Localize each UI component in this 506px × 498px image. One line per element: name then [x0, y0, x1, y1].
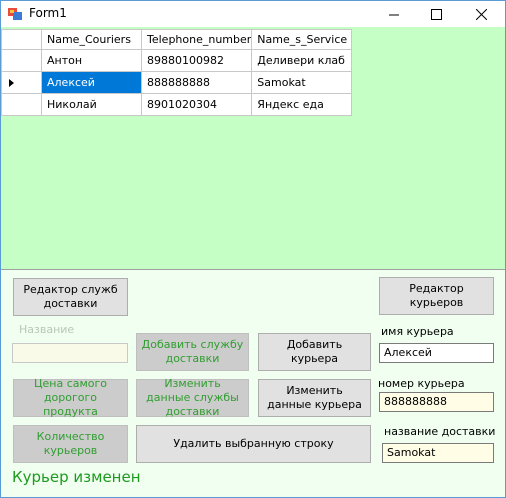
minimize-icon	[388, 14, 399, 15]
table-cell[interactable]: Яндекс еда	[251, 93, 353, 116]
maximize-icon	[430, 8, 442, 20]
row-header[interactable]	[1, 49, 42, 72]
column-header[interactable]: Name_Couriers	[41, 29, 142, 50]
delivery-name-label: название доставки	[384, 425, 496, 438]
courier-number-field[interactable]: 888888888	[379, 392, 494, 412]
name-input[interactable]	[12, 343, 128, 363]
table-row[interactable]: Алексей 888888888 Samokat	[1, 71, 353, 94]
table-row[interactable]: Антон 89880100982 Деливери клаб	[1, 49, 353, 72]
courier-editor-button[interactable]: Редактор курьеров	[379, 277, 494, 315]
current-row-arrow-icon	[9, 79, 14, 87]
main-window: Form1 Name_Couriers Telephone_number Nam…	[0, 0, 506, 498]
table-row[interactable]: Николай 8901020304 Яндекс еда	[1, 93, 353, 116]
row-header[interactable]	[1, 93, 42, 116]
close-icon	[475, 8, 487, 20]
table-cell[interactable]: 89880100982	[140, 49, 253, 72]
courier-name-label: имя курьера	[381, 325, 454, 338]
minimize-button[interactable]	[372, 1, 416, 27]
add-courier-button[interactable]: Добавить курьера	[258, 333, 371, 371]
close-button[interactable]	[459, 1, 503, 27]
table-cell[interactable]: Антон	[41, 49, 142, 72]
table-cell[interactable]: Николай	[41, 93, 142, 116]
row-header[interactable]	[1, 71, 42, 94]
delivery-name-field[interactable]: Samokat	[382, 443, 494, 463]
table-cell[interactable]: 888888888	[140, 71, 253, 94]
edit-service-button[interactable]: Изменить данные службы доставки	[136, 377, 249, 418]
app-icon	[8, 8, 22, 20]
courier-count-button[interactable]: Количество курьеров	[13, 425, 128, 463]
table-cell-selected[interactable]: Алексей	[41, 71, 142, 94]
expensive-product-button[interactable]: Цена самого дорогого продукта	[13, 377, 128, 418]
delete-row-button[interactable]: Удалить выбранную строку	[136, 425, 371, 463]
table-cell[interactable]: Samokat	[251, 71, 353, 94]
window-title: Form1	[29, 6, 67, 20]
courier-name-field[interactable]: Алексей	[379, 343, 494, 363]
header-row: Name_Couriers Telephone_number Name_s_Se…	[1, 29, 353, 50]
service-editor-button[interactable]: Редактор служб доставки	[13, 278, 128, 316]
title-bar[interactable]: Form1	[1, 1, 505, 27]
table-cell[interactable]: 8901020304	[140, 93, 253, 116]
corner-header[interactable]	[1, 29, 42, 50]
table-cell[interactable]: Деливери клаб	[251, 49, 353, 72]
name-label: Название	[19, 323, 75, 336]
status-message: Курьер изменен	[12, 468, 141, 486]
couriers-table[interactable]: Name_Couriers Telephone_number Name_s_Se…	[1, 29, 353, 116]
add-service-button[interactable]: Добавить службу доставки	[136, 333, 249, 371]
courier-number-label: номер курьера	[378, 377, 465, 390]
column-header[interactable]: Telephone_number	[140, 29, 253, 50]
column-header[interactable]: Name_s_Service	[251, 29, 353, 50]
edit-courier-button[interactable]: Изменить данные курьера	[258, 379, 371, 417]
data-grid-view[interactable]: Name_Couriers Telephone_number Name_s_Se…	[1, 27, 505, 270]
maximize-button[interactable]	[414, 1, 458, 27]
